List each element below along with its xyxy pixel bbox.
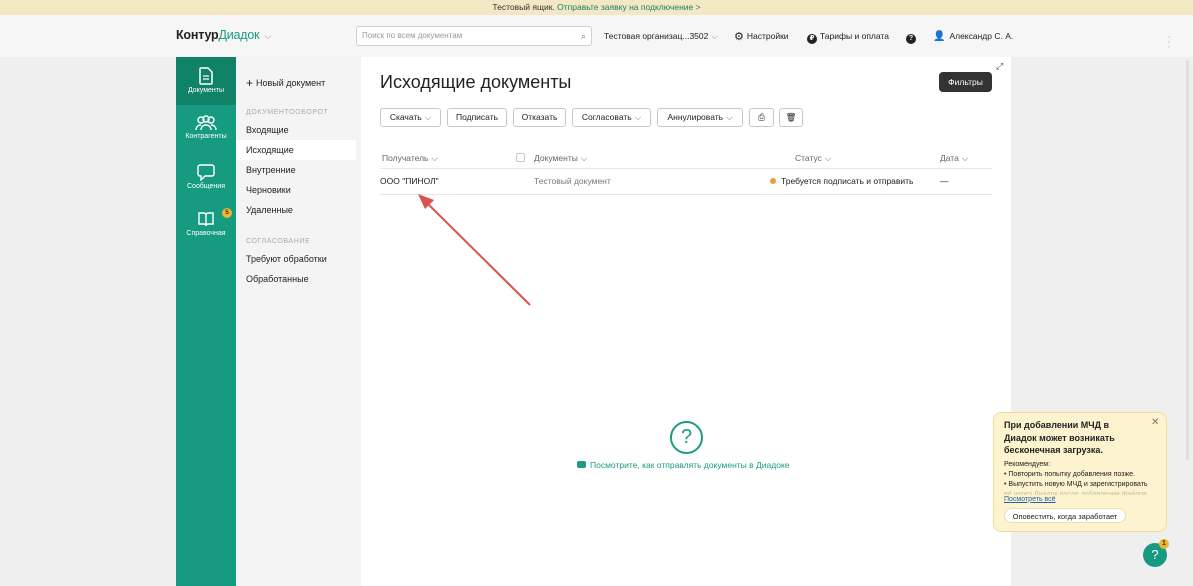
help-chat-button[interactable]: ? 1 (1143, 539, 1169, 567)
notice-bullet-faded: её через Диадок после добавления файлов (1004, 490, 1147, 495)
notice-bullet: • Выпустить новую МЧД и зарегистрировать (1004, 480, 1148, 488)
notice-bullet: • Повторить попытку добавления позже. (1004, 470, 1135, 478)
notice-body: Рекомендуем: • Повторить попытку добавле… (1004, 460, 1156, 495)
notification-badge: 1 (1159, 539, 1169, 549)
notice-recommend: Рекомендуем: (1004, 460, 1051, 468)
notice-see-all-link[interactable]: Посмотреть всё (1004, 496, 1156, 503)
mchd-notice-toast: При добавлении МЧД в Диадок может возник… (993, 412, 1167, 532)
question-icon: ? (1151, 547, 1159, 562)
page-scrollbar[interactable] (1186, 60, 1189, 460)
close-icon[interactable]: ✕ (1151, 417, 1159, 428)
notify-when-works-button[interactable]: Оповестить, когда заработает (1004, 507, 1126, 523)
notice-title: При добавлении МЧД в Диадок может возник… (1004, 420, 1115, 455)
